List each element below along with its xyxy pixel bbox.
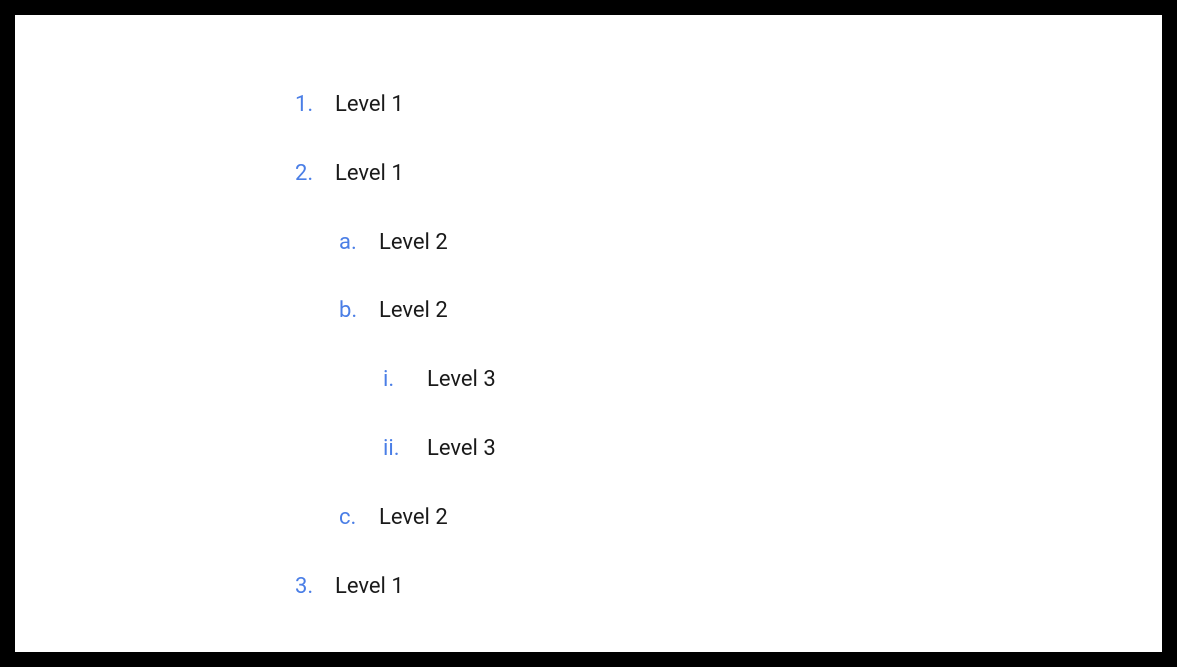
list-label: Level 2 (379, 503, 448, 534)
list-item: 2. Level 1 (295, 159, 1162, 190)
list-label: Level 1 (335, 90, 404, 121)
list-item: b. Level 2 (339, 296, 1162, 327)
list-label: Level 2 (379, 296, 448, 327)
list-label: Level 2 (379, 228, 448, 259)
list-item: a. Level 2 (339, 228, 1162, 259)
list-marker: ii. (383, 434, 427, 465)
list-item: ii. Level 3 (383, 434, 1162, 465)
list-marker: i. (383, 365, 427, 396)
list-marker: c. (339, 503, 379, 534)
list-item: i. Level 3 (383, 365, 1162, 396)
list-item: 3. Level 1 (295, 572, 1162, 603)
list-marker: 2. (295, 159, 335, 190)
list-label: Level 3 (427, 434, 496, 465)
list-marker: a. (339, 228, 379, 259)
list-marker: b. (339, 296, 379, 327)
list-label: Level 1 (335, 159, 404, 190)
list-label: Level 1 (335, 572, 404, 603)
list-marker: 1. (295, 90, 335, 121)
list-item: c. Level 2 (339, 503, 1162, 534)
document-page: 1. Level 1 2. Level 1 a. Level 2 b. Leve… (15, 15, 1162, 652)
list-item: 1. Level 1 (295, 90, 1162, 121)
list-label: Level 3 (427, 365, 496, 396)
list-marker: 3. (295, 572, 335, 603)
